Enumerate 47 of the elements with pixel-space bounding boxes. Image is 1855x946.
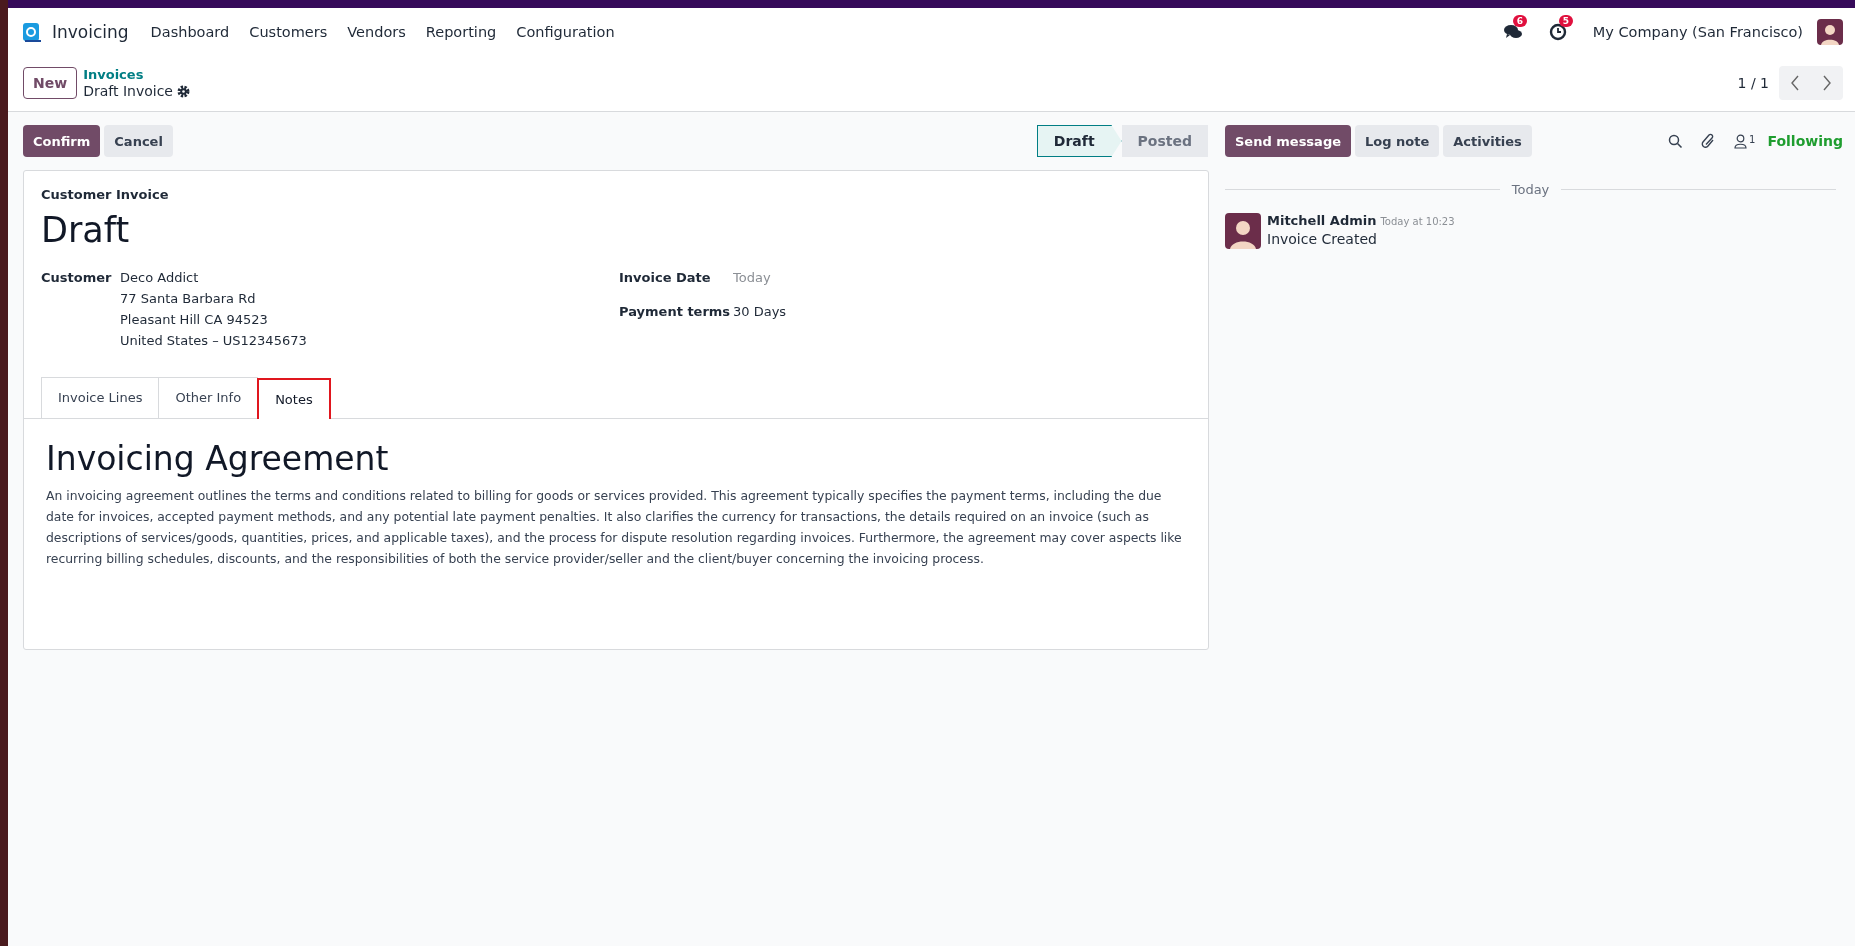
field-label: Invoice Date <box>619 270 712 285</box>
form-subtitle: Customer Invoice <box>41 187 170 202</box>
customer-address-line: 77 Santa Barbara Rd <box>120 290 257 308</box>
status-step[interactable]: Draft <box>1036 125 1122 157</box>
menu-item[interactable]: Reporting <box>425 23 497 40</box>
company-switcher[interactable]: My Company (San Francisco) <box>1592 23 1803 40</box>
menu-item[interactable]: Dashboard <box>150 23 230 40</box>
notes-paragraph: An invoicing agreement outlines the terms and conditions related to billing for goods or services provided. This agreement typically specifies the payment terms, including the due date for invoices, accepted payment methods, and any potential late payment penalties. It also clarifies the currency for transactions, the details required on an invoice (such as descriptions of services/goods, quantities, prices, and applicable taxes), and the process for dispute resolution regarding invoices. Furthermore, the agreement may cover aspects like recurring billing schedules, discounts, and the responsibilities of both the service provider/seller and the client/buyer concerning the invoicing process. <box>46 487 1183 568</box>
send-message-button[interactable]: Send message <box>1225 125 1351 157</box>
notification-badge: 6 <box>1512 14 1528 27</box>
search-icon[interactable] <box>1668 133 1684 149</box>
tab[interactable]: Notes <box>257 378 331 419</box>
menu-item[interactable]: Customers <box>249 23 328 40</box>
record-title: Draft Invoice <box>83 83 173 99</box>
menu-item[interactable]: Vendors <box>347 23 406 40</box>
app-name[interactable]: Invoicing <box>52 21 129 42</box>
field-value[interactable]: 30 Days <box>733 304 787 319</box>
chatter-button[interactable]: Activities <box>1443 125 1532 157</box>
clock-icon[interactable] <box>1548 22 1567 41</box>
customer-address-line: United States – US12345673 <box>120 332 307 350</box>
person-icon[interactable] <box>1734 133 1748 149</box>
notes-heading: Invoicing Agreement <box>46 439 390 478</box>
customer-address-line: Pleasant Hill CA 94523 <box>120 311 269 329</box>
record-status-title: Draft <box>41 210 131 250</box>
message-body: Invoice Created <box>1267 231 1378 247</box>
cancel-button[interactable]: Cancel <box>104 125 173 157</box>
gear-icon[interactable] <box>176 84 190 98</box>
follower-count[interactable]: 1 <box>1749 133 1756 149</box>
pager-value: 1 / 1 <box>1737 75 1769 91</box>
field-label: Payment terms <box>619 304 732 319</box>
new-button[interactable]: New <box>23 67 78 99</box>
message-time: Today at 10:23 <box>1380 216 1455 227</box>
tab[interactable]: Invoice Lines <box>41 377 160 418</box>
menu-item[interactable]: Configuration <box>516 23 615 40</box>
date-separator: Today <box>1511 181 1550 197</box>
status-step[interactable]: Posted <box>1121 125 1208 157</box>
chat-icon[interactable] <box>1502 22 1523 41</box>
chatter-button[interactable]: Log note <box>1355 125 1440 157</box>
message-author[interactable]: Mitchell Admin <box>1267 213 1377 228</box>
app-logo-icon[interactable] <box>21 20 43 43</box>
author-avatar-icon <box>1225 213 1261 249</box>
notification-badge: 5 <box>1558 14 1574 27</box>
customer-address-line: Deco Addict <box>120 269 200 287</box>
user-avatar-icon[interactable] <box>1817 18 1843 45</box>
breadcrumb-link[interactable]: Invoices <box>83 67 190 83</box>
field-label: Customer <box>41 270 113 287</box>
confirm-button[interactable]: Confirm <box>23 125 101 157</box>
